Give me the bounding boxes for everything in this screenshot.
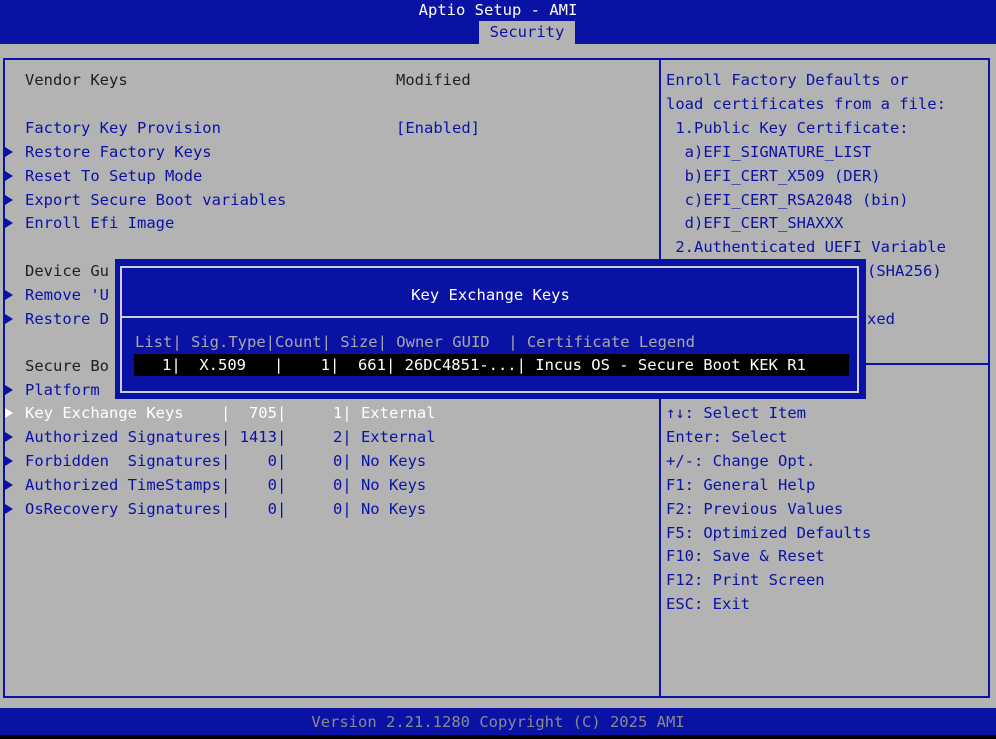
key-hint-optimized-defaults: F5: Optimized Defaults <box>666 524 872 542</box>
secure-boot-heading: Secure Bo <box>5 354 115 378</box>
submenu-arrow-icon <box>5 432 13 442</box>
submenu-arrow-icon <box>5 456 13 466</box>
tab-security[interactable]: Security <box>479 21 575 44</box>
menu-item-restore[interactable]: Restore D <box>5 307 115 331</box>
help-text-line: d)EFI_CERT_SHAXXX <box>666 214 844 232</box>
app-title: Aptio Setup - AMI <box>418 1 578 19</box>
device-guard-label: Device Gu <box>25 262 109 280</box>
key-exchange-keys-dialog: Key Exchange Keys List| Sig.Type|Count| … <box>115 259 866 399</box>
key-row-key-exchange-keys[interactable]: Key Exchange Keys | 705| 1| External <box>5 401 645 425</box>
title-bar: Aptio Setup - AMI Security <box>0 0 996 44</box>
key-row-forbidden-signatures[interactable]: Forbidden Signatures| 0| 0| No Keys <box>5 449 645 473</box>
vendor-keys-label: Vendor Keys <box>25 71 128 89</box>
menu-item-reset-to-setup-mode[interactable]: Reset To Setup Mode <box>5 164 645 188</box>
secure-boot-label: Secure Bo <box>25 357 109 375</box>
submenu-arrow-icon <box>5 147 13 157</box>
dialog-table-row[interactable]: 1| X.509 | 1| 661| 26DC4851-...| Incus O… <box>134 354 849 376</box>
key-hint-select-item: ↑↓: Select Item <box>666 404 806 422</box>
help-text-line: 1.Public Key Certificate: <box>666 119 909 137</box>
key-hint-enter: Enter: Select <box>666 428 788 446</box>
key-row-authorized-timestamps[interactable]: Authorized TimeStamps| 0| 0| No Keys <box>5 473 645 497</box>
key-row-label: Authorized Signatures| 1413| 2| External <box>25 428 436 446</box>
key-row-label: Key Exchange Keys | 705| 1| External <box>25 404 436 422</box>
submenu-arrow-icon <box>5 385 13 395</box>
menu-item-label: Remove 'U <box>25 286 109 304</box>
submenu-arrow-icon <box>5 408 13 418</box>
submenu-arrow-icon <box>5 171 13 181</box>
key-hint-change-opt: +/-: Change Opt. <box>666 452 816 470</box>
submenu-arrow-icon <box>5 504 13 514</box>
submenu-arrow-icon <box>5 290 13 300</box>
version-text: Version 2.21.1280 Copyright (C) 2025 AMI <box>311 713 685 731</box>
dialog-table-header: List| Sig.Type|Count| Size| Owner GUID |… <box>135 333 695 351</box>
help-text-line: c)EFI_CERT_RSA2048 (bin) <box>666 191 909 209</box>
menu-item-enroll-efi-image[interactable]: Enroll Efi Image <box>5 211 645 235</box>
vendor-keys-value: Modified <box>396 71 471 89</box>
key-row-label: Authorized TimeStamps| 0| 0| No Keys <box>25 476 427 494</box>
submenu-arrow-icon <box>5 218 13 228</box>
factory-key-provision-label: Factory Key Provision <box>25 119 221 137</box>
dialog-separator <box>120 316 859 318</box>
menu-item-platform[interactable]: Platform <box>5 378 115 402</box>
help-text-line: (SHA256) <box>867 262 942 280</box>
factory-key-provision-row[interactable]: Factory Key Provision [Enabled] <box>5 116 645 140</box>
key-row-osrecovery-signatures[interactable]: OsRecovery Signatures| 0| 0| No Keys <box>5 497 645 521</box>
factory-key-provision-value[interactable]: [Enabled] <box>396 116 480 140</box>
dialog-title: Key Exchange Keys <box>411 286 570 304</box>
key-row-label: Forbidden Signatures| 0| 0| No Keys <box>25 452 427 470</box>
key-hint-exit: ESC: Exit <box>666 595 750 613</box>
key-row-label: OsRecovery Signatures| 0| 0| No Keys <box>25 500 427 518</box>
help-text-line: Enroll Factory Defaults or <box>666 71 909 89</box>
key-hint-print-screen: F12: Print Screen <box>666 571 825 589</box>
menu-item-restore-factory-keys[interactable]: Restore Factory Keys <box>5 140 645 164</box>
submenu-arrow-icon <box>5 195 13 205</box>
key-hint-save-reset: F10: Save & Reset <box>666 547 825 565</box>
help-text-line: load certificates from a file: <box>666 95 946 113</box>
bottom-edge <box>0 735 996 739</box>
device-guard-heading: Device Gu <box>5 259 115 283</box>
menu-item-label: Platform <box>25 381 100 399</box>
menu-item-export-secure-boot-variables[interactable]: Export Secure Boot variables <box>5 188 645 212</box>
key-hint-previous-values: F2: Previous Values <box>666 500 844 518</box>
menu-item-label: Enroll Efi Image <box>25 214 175 232</box>
menu-item-label: Reset To Setup Mode <box>25 167 203 185</box>
key-row-authorized-signatures[interactable]: Authorized Signatures| 1413| 2| External <box>5 425 645 449</box>
vendor-keys-row: Vendor Keys Modified <box>5 68 645 92</box>
submenu-arrow-icon <box>5 314 13 324</box>
menu-item-label: Restore Factory Keys <box>25 143 212 161</box>
help-text-line: 2.Authenticated UEFI Variable <box>666 238 946 256</box>
submenu-arrow-icon <box>5 480 13 490</box>
help-text-line: b)EFI_CERT_X509 (DER) <box>666 167 881 185</box>
menu-item-label: Export Secure Boot variables <box>25 191 287 209</box>
help-text-line: xed <box>867 310 895 328</box>
footer-bar: Version 2.21.1280 Copyright (C) 2025 AMI <box>0 708 996 735</box>
key-hint-general-help: F1: General Help <box>666 476 816 494</box>
menu-item-label: Restore D <box>25 310 109 328</box>
menu-item-remove[interactable]: Remove 'U <box>5 283 115 307</box>
help-text-line: a)EFI_SIGNATURE_LIST <box>666 143 872 161</box>
